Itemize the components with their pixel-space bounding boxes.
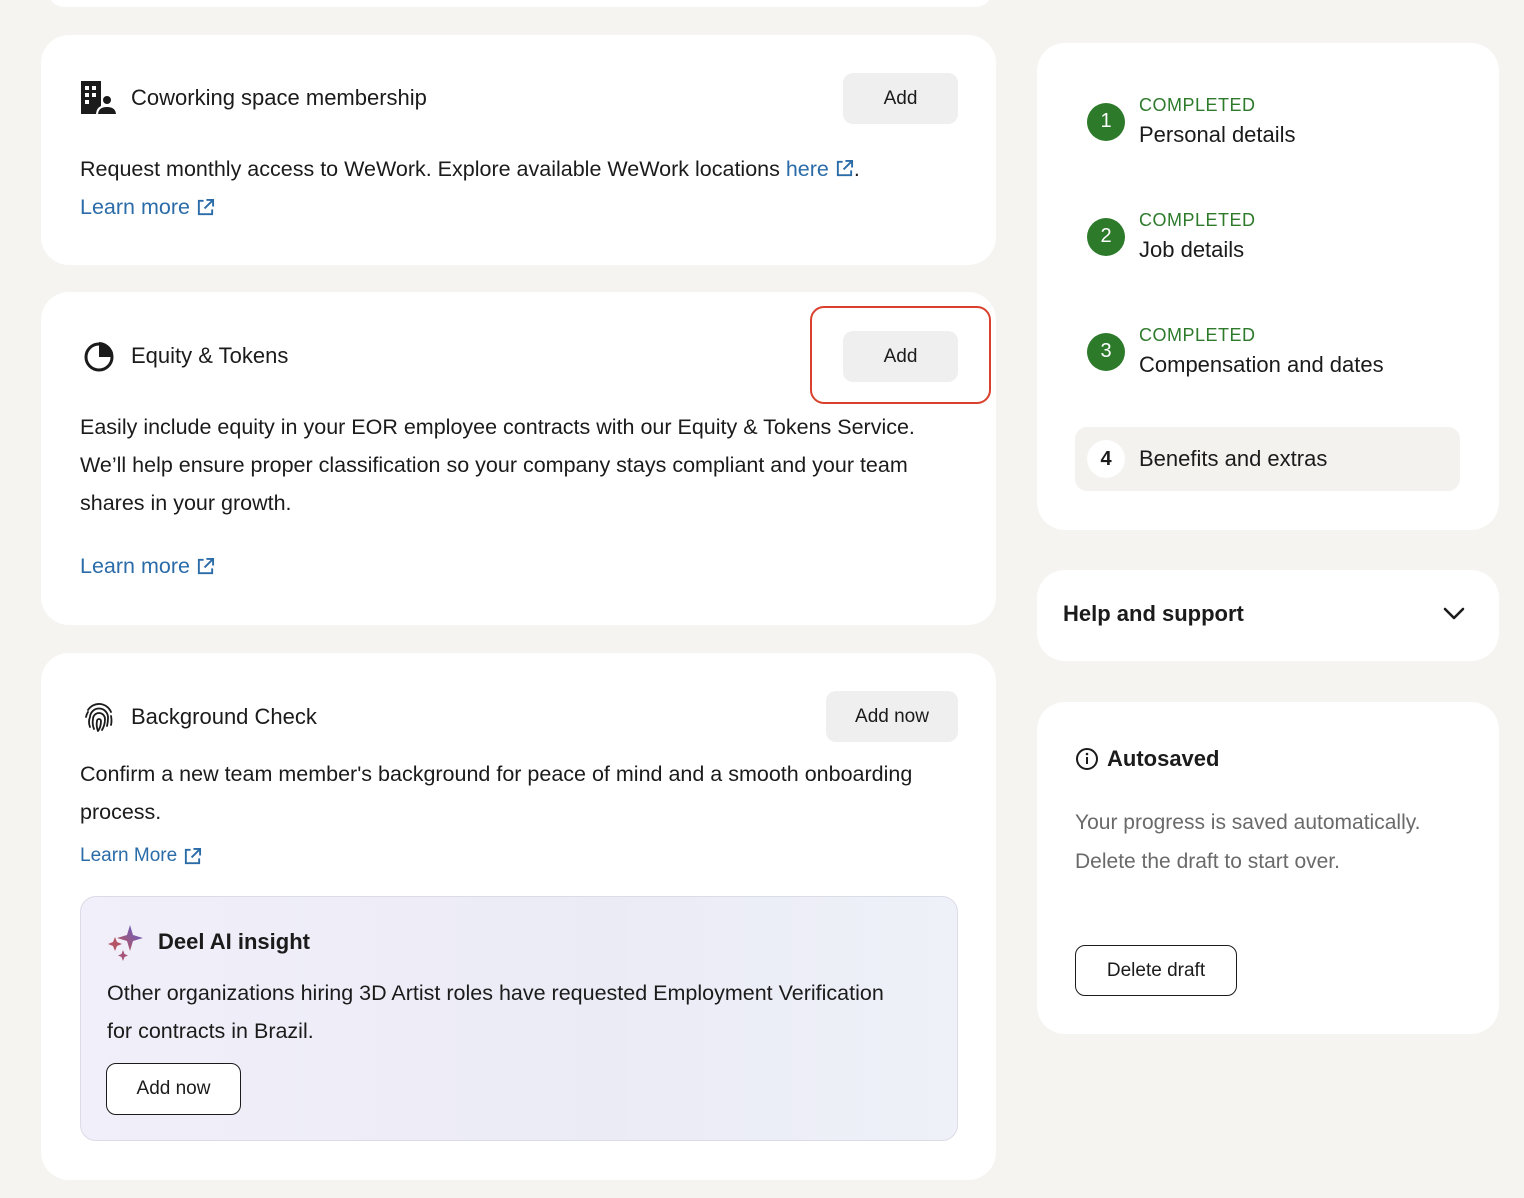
background-learn-more-link[interactable]: Learn More [80, 845, 202, 867]
step-status: COMPLETED [1139, 325, 1256, 345]
help-title: Help and support [1063, 601, 1244, 626]
coworking-header: Coworking space membership [80, 79, 427, 117]
autosave-header: Autosaved [1075, 746, 1219, 772]
ai-insight-header: Deel AI insight [106, 923, 310, 961]
background-add-now-button[interactable]: Add now [826, 691, 958, 742]
ai-insight-text: Other organizations hiring 3D Artist rol… [107, 981, 884, 1043]
background-description: Confirm a new team member's background f… [80, 762, 913, 824]
autosave-title: Autosaved [1107, 746, 1220, 771]
autosave-card: Autosaved Your progress is saved automat… [1037, 702, 1499, 1034]
pie-chart-icon [80, 337, 118, 375]
coworking-title: Coworking space membership [131, 85, 427, 110]
external-link-icon [185, 847, 202, 864]
step-number: 4 [1087, 440, 1125, 478]
coworking-add-button[interactable]: Add [843, 73, 958, 124]
ai-insight-title: Deel AI insight [158, 929, 310, 954]
chevron-down-icon[interactable] [1443, 607, 1465, 621]
ai-insight-add-now-button[interactable]: Add now [106, 1063, 241, 1115]
background-title: Background Check [131, 704, 317, 729]
step-status: COMPLETED [1139, 95, 1256, 115]
step-label: Personal details [1139, 122, 1296, 147]
step-label: Compensation and dates [1139, 352, 1384, 377]
wework-locations-link[interactable]: here [786, 157, 854, 181]
external-link-icon [197, 557, 215, 575]
background-check-card: Background Check Add now Confirm a new t… [41, 653, 996, 1180]
external-link-icon [836, 159, 853, 177]
help-support-card[interactable]: Help and support [1037, 570, 1499, 661]
step-label: Benefits and extras [1139, 446, 1328, 471]
step-1[interactable]: 1 COMPLETED Personal details [1087, 95, 1296, 148]
step-status: COMPLETED [1139, 210, 1256, 230]
coworking-learn-more-link[interactable]: Learn more [80, 195, 215, 220]
equity-title: Equity & Tokens [131, 343, 289, 368]
step-4-active[interactable]: 4 Benefits and extras [1075, 427, 1460, 491]
external-link-icon [197, 198, 215, 216]
equity-header: Equity & Tokens [80, 337, 288, 375]
delete-draft-button[interactable]: Delete draft [1075, 945, 1237, 996]
coworking-description: Request monthly access to WeWork. Explor… [80, 157, 860, 181]
step-number: 2 [1087, 217, 1125, 256]
equity-description: Easily include equity in your EOR employ… [80, 415, 915, 515]
equity-learn-more-link[interactable]: Learn more [80, 554, 215, 579]
info-icon [1076, 748, 1098, 770]
previous-card-bottom [48, 0, 992, 7]
background-header: Background Check [80, 698, 317, 736]
step-3[interactable]: 3 COMPLETED Compensation and dates [1087, 325, 1384, 378]
building-person-icon [80, 79, 118, 117]
fingerprint-icon [80, 698, 118, 736]
coworking-card: Coworking space membership Add Request m… [41, 35, 996, 265]
step-2[interactable]: 2 COMPLETED Job details [1087, 210, 1256, 263]
autosave-text: Your progress is saved automatically. De… [1075, 811, 1421, 873]
step-number: 1 [1087, 102, 1125, 141]
sparkles-icon [108, 925, 143, 961]
progress-steps-card: 1 COMPLETED Personal details 2 COMPLETED… [1037, 43, 1499, 530]
step-number: 3 [1087, 332, 1125, 371]
step-label: Job details [1139, 237, 1245, 262]
add-button-highlight [810, 306, 991, 404]
ai-insight-panel: Deel AI insight Other organizations hiri… [80, 896, 958, 1141]
